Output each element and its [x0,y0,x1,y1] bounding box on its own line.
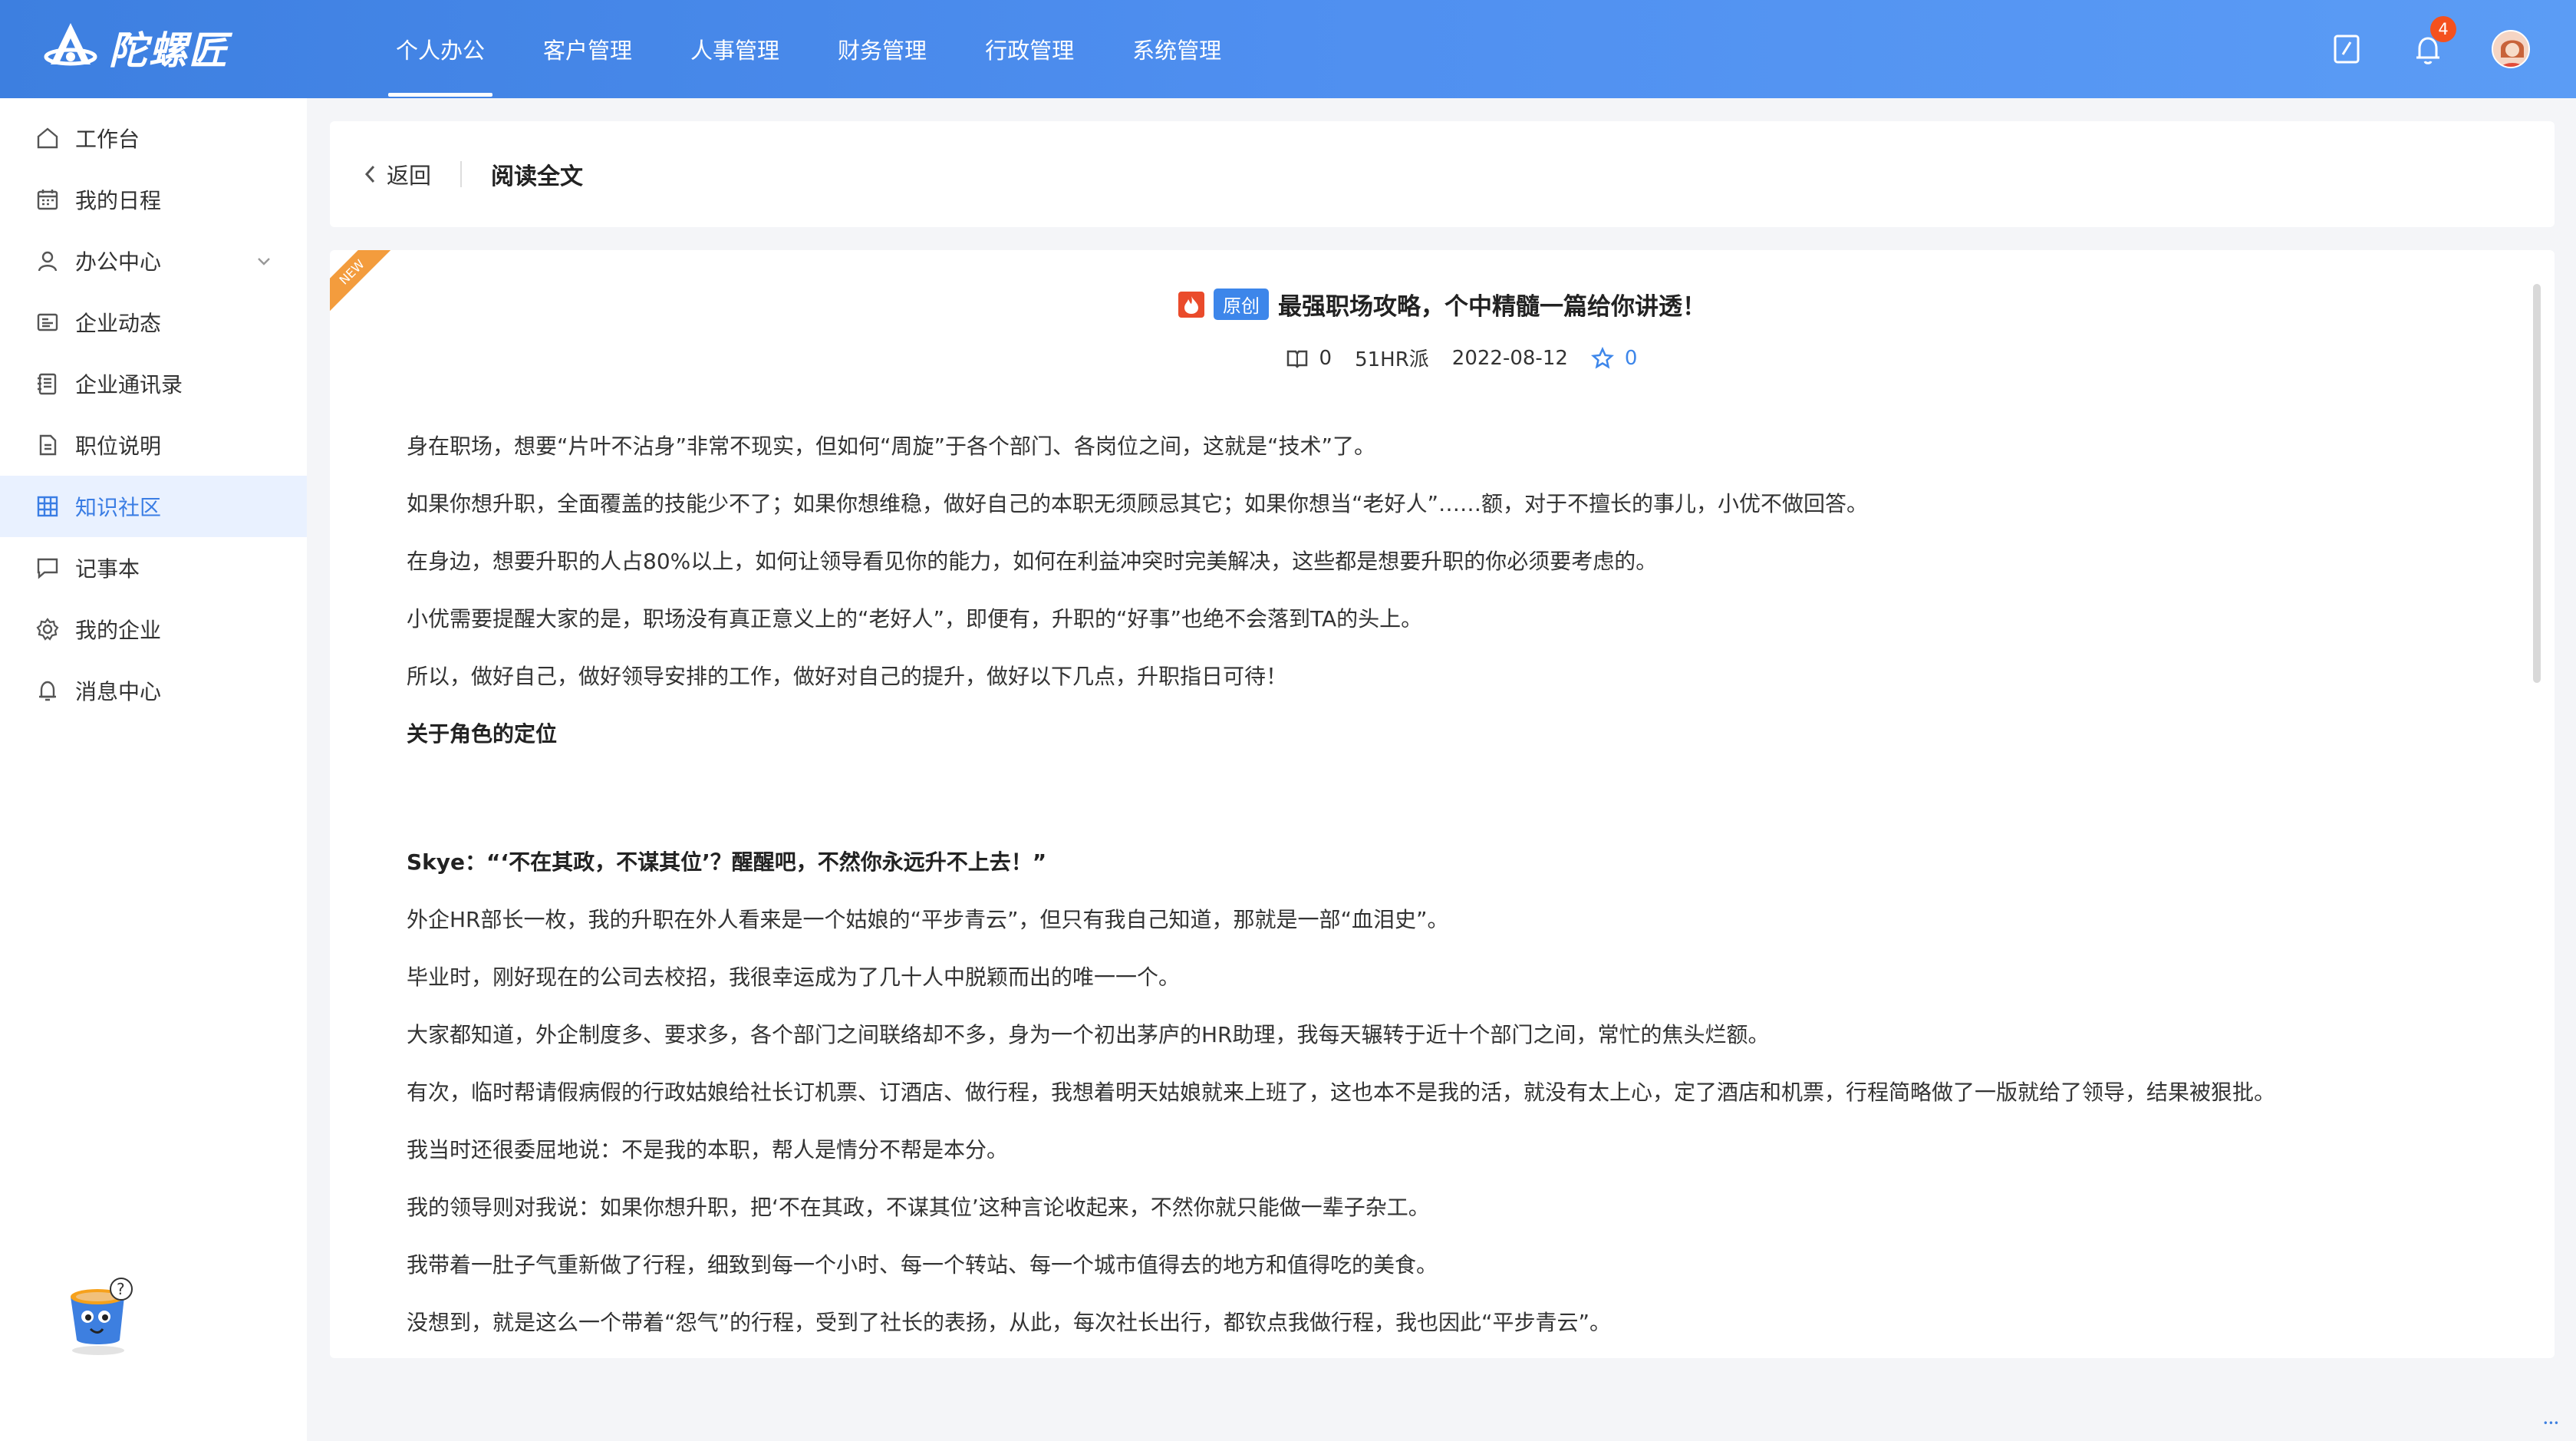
chevron-down-icon [258,258,270,265]
back-button[interactable]: 返回 [364,158,431,190]
read-count: 0 [1286,347,1332,370]
top-header: 陀螺匠 个人办公 客户管理 人事管理 财务管理 行政管理 系统管理 4 [0,0,2576,98]
read-count-value: 0 [1319,346,1332,370]
document-icon [39,434,57,456]
nav-item[interactable]: 财务管理 [809,0,956,98]
sidebar-item[interactable]: 知识社区 [0,476,307,537]
hot-icon [1178,291,1204,318]
avatar[interactable] [2492,30,2530,68]
sidebar-item[interactable]: 记事本 [0,537,307,598]
favorite-count: 0 [1624,346,1638,370]
article-title: 最强职场攻略，个中精髓一篇给你讲透！ [1278,293,1706,321]
sidebar-item[interactable]: 我的企业 [0,598,307,660]
logo-text: 陀螺匠 [109,28,229,73]
sidebar: 工作台我的日程办公中心企业动态企业通讯录职位说明知识社区记事本我的企业消息中心 [0,98,307,1441]
edit-icon[interactable] [2329,31,2364,67]
sidebar-item-label: 我的日程 [75,188,162,213]
logo-mark-icon [44,23,97,66]
gear-icon [36,618,59,641]
nav-item[interactable]: 个人办公 [367,0,514,98]
original-tag: 原创 [1214,289,1269,320]
sidebar-item-label: 知识社区 [75,495,162,520]
app-logo[interactable]: 陀螺匠 [40,17,229,78]
sidebar-item-label: 我的企业 [75,618,162,643]
article-body: 身在职场，想要“片叶不沾身”非常不现实，但如何“周旋”于各个部门、各岗位之间，这… [407,417,2478,1351]
back-label: 返回 [387,163,432,189]
user-icon [38,251,58,272]
nav-item[interactable]: 系统管理 [1103,0,1250,98]
article-heading: 关于角色的定位 [407,721,558,747]
sidebar-item[interactable]: 企业通讯录 [0,353,307,414]
article-paragraph: 没想到，就是这么一个带着“怨气”的行程，受到了社长的表扬，从此，每次社长出行，都… [407,1310,1612,1335]
article-paragraph: 大家都知道，外企制度多、要求多，各个部门之间联络却不多，身为一个初出茅庐的HR助… [407,1022,1770,1047]
star-icon [1590,346,1614,369]
home-icon [37,127,58,149]
article-paragraph: 在身边，想要升职的人占80%以上，如何让领导看见你的能力，如何在利益冲突时完美解… [407,549,1658,574]
sidebar-item-label: 工作台 [75,127,140,152]
article-paragraph: 我带着一肚子气重新做了行程，细致到每一个小时、每一个转站、每一个城市值得去的地方… [407,1252,1438,1278]
article-paragraph: 毕业时，刚好现在的公司去校招，我很幸运成为了几十人中脱颖而出的唯一一个。 [407,965,1181,990]
chevron-left-icon [364,165,375,183]
article-paragraph: 外企HR部长一枚，我的升职在外人看来是一个姑娘的“平步青云”，但只有我自己知道，… [407,907,1449,932]
book-icon [1286,350,1307,368]
sidebar-item[interactable]: 我的日程 [0,169,307,230]
article-paragraph: 我的领导则对我说：如果你想升职，把‘不在其政，不谋其位’这种言论收起来，不然你就… [407,1195,1430,1220]
page-title: 阅读全文 [491,163,584,190]
sidebar-item-label: 职位说明 [75,434,162,459]
article-date: 2022-08-12 [1451,346,1568,370]
calendar-icon [37,190,58,210]
news-icon [37,313,58,331]
article-paragraph: 身在职场，想要“片叶不沾身”非常不现实，但如何“周旋”于各个部门、各岗位之间，这… [407,434,1376,459]
sidebar-item-label: 企业通讯录 [75,372,183,397]
notification-badge: 4 [2430,16,2456,42]
breadcrumb: 返回 阅读全文 [330,121,2555,227]
favorite-button[interactable]: 0 [1590,346,1638,370]
grid-icon [37,496,58,517]
nav-item[interactable]: 行政管理 [956,0,1103,98]
article-paragraph: 小优需要提醒大家的是，职场没有真正意义上的“老好人”，即便有，升职的“好事”也绝… [407,606,1423,631]
help-mascot-icon[interactable]: ? [54,1266,146,1358]
article-paragraph: 有次，临时帮请假病假的行政姑娘给社长订机票、订酒店、做行程，我想着明天姑娘就来上… [407,1080,2276,1105]
bell-icon [39,681,56,701]
svg-text:?: ? [117,1280,125,1298]
article-paragraph: 如果你想升职，全面覆盖的技能少不了；如果你想维稳，做好自己的本职无须顾忌其它；如… [407,491,1869,516]
sidebar-item[interactable]: 工作台 [0,107,307,169]
sidebar-item-label: 记事本 [75,556,140,582]
corner-mark-icon: ••• [2542,1418,2559,1429]
article-paragraph: 我当时还很委屈地说：不是我的本职，帮人是情分不帮是本分。 [407,1137,1009,1162]
divider [460,161,463,187]
article-heading: Skye：“‘不在其政，不谋其位’？醒醒吧，不然你永远升不上去！” [407,849,1047,875]
article-meta: 0 51HR派 2022-08-12 0 [330,344,2555,372]
nav-item[interactable]: 人事管理 [661,0,809,98]
contacts-icon [38,373,57,395]
chat-icon [37,558,58,579]
bell-icon[interactable]: 4 [2410,16,2456,67]
article-paragraph: 所以，做好自己，做好领导安排的工作，做好对自己的提升，做好以下几点，升职指日可待… [407,664,1288,689]
sidebar-item[interactable]: 办公中心 [0,230,307,292]
article-title-row: 原创 最强职场攻略，个中精髓一篇给你讲透！ [330,287,2555,322]
header-actions: 4 [2329,0,2530,98]
sidebar-item[interactable]: 消息中心 [0,660,307,721]
sidebar-item-label: 企业动态 [75,311,162,336]
nav-item[interactable]: 客户管理 [514,0,661,98]
article-card: NEW 原创 最强职场攻略，个中精髓一篇给你讲透！ 0 51HR派 2022-0… [330,250,2555,1358]
top-nav: 个人办公 客户管理 人事管理 财务管理 行政管理 系统管理 [367,0,1250,98]
sidebar-item-label: 消息中心 [75,679,162,704]
sidebar-item[interactable]: 职位说明 [0,414,307,476]
article-source: 51HR派 [1355,348,1429,371]
sidebar-item-label: 办公中心 [75,249,162,275]
sidebar-item[interactable]: 企业动态 [0,292,307,353]
